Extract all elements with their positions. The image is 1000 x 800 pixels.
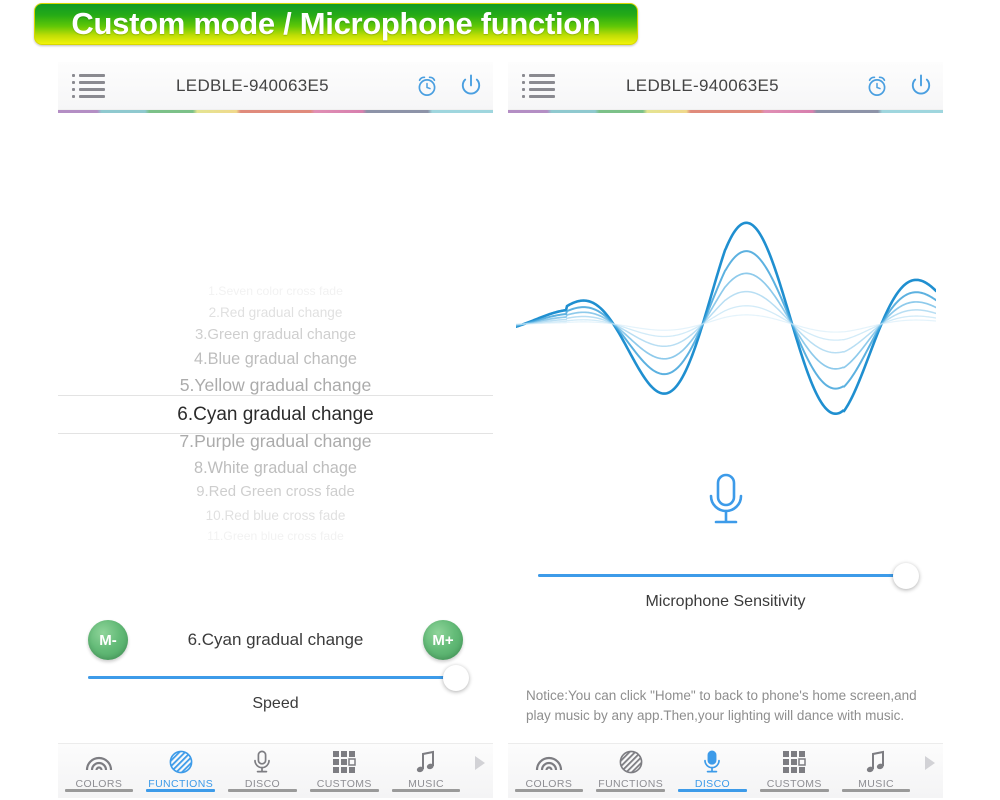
picker-item-selected[interactable]: 6.Cyan gradual change xyxy=(58,405,493,424)
alarm-clock-icon[interactable] xyxy=(405,73,449,99)
mic-sensitivity-label: Microphone Sensitivity xyxy=(645,593,806,610)
mode-plus-button[interactable]: M+ xyxy=(422,620,463,660)
tab-customs[interactable]: CUSTOMS xyxy=(303,744,385,798)
picker-item[interactable]: 10.Red blue cross fade xyxy=(58,509,493,523)
picker-item[interactable]: 2.Red gradual change xyxy=(58,305,493,320)
tab-underline xyxy=(228,789,297,792)
music-note-icon xyxy=(865,750,887,774)
rainbow-arc-icon xyxy=(84,750,114,774)
bottom-tab-bar-left[interactable]: COLORS FUNCTIONS DISCO CUSTOMS MUSIC xyxy=(58,743,493,798)
mic-sensitivity-fill xyxy=(538,574,906,577)
tab-underline xyxy=(678,789,747,792)
banner-title: Custom mode / Microphone function xyxy=(71,6,601,41)
picker-item[interactable]: 5.Yellow gradual change xyxy=(58,376,493,395)
picker-item[interactable]: 8.White gradual chage xyxy=(58,460,493,477)
tab-colors[interactable]: COLORS xyxy=(58,744,140,798)
picker-item[interactable]: 3.Green gradual change xyxy=(58,327,493,343)
chevron-right-icon[interactable] xyxy=(467,744,493,798)
tab-disco[interactable]: DISCO xyxy=(672,744,754,798)
app-header-left: LEDBLE-940063E5 xyxy=(58,62,493,110)
device-name-right: LEDBLE-940063E5 xyxy=(626,76,779,95)
bottom-tab-bar-right[interactable]: COLORS FUNCTIONS DISCO CUSTOMS MUSIC xyxy=(508,743,943,798)
picker-selection-divider xyxy=(58,433,493,434)
current-mode-label: 6.Cyan gradual change xyxy=(187,630,364,649)
page-banner: Custom mode / Microphone function xyxy=(34,3,638,45)
notice-text: Notice:You can click "Home" to back to p… xyxy=(526,688,917,723)
speed-slider-fill xyxy=(88,676,456,679)
speed-slider[interactable]: Speed xyxy=(88,664,469,713)
tab-underline xyxy=(596,789,666,792)
device-name-left: LEDBLE-940063E5 xyxy=(176,76,329,95)
speed-slider-knob[interactable] xyxy=(442,664,469,691)
tab-music[interactable]: MUSIC xyxy=(835,744,917,798)
power-icon[interactable] xyxy=(449,72,493,100)
picker-item[interactable]: 11.Green blue cross fade xyxy=(58,530,493,543)
grid-icon xyxy=(332,750,357,774)
picker-item[interactable]: 1.Seven color cross fade xyxy=(58,285,493,298)
tab-disco[interactable]: DISCO xyxy=(222,744,304,798)
tab-underline xyxy=(309,789,379,792)
chevron-right-icon[interactable] xyxy=(917,744,943,798)
rainbow-arc-icon xyxy=(534,750,564,774)
picker-item[interactable]: 9.Red Green cross fade xyxy=(58,484,493,500)
tab-functions[interactable]: FUNCTIONS xyxy=(140,744,222,798)
tab-music[interactable]: MUSIC xyxy=(385,744,467,798)
tab-underline xyxy=(146,789,216,792)
striped-circle-icon xyxy=(619,750,643,774)
striped-circle-icon xyxy=(169,750,193,774)
tab-underline xyxy=(514,789,584,792)
mic-sensitivity-knob[interactable] xyxy=(892,562,919,589)
grid-icon xyxy=(782,750,807,774)
app-header-right: LEDBLE-940063E5 xyxy=(508,62,943,110)
speed-label: Speed xyxy=(252,695,299,712)
rainbow-divider-left xyxy=(58,110,493,113)
speed-slider-track[interactable] xyxy=(88,664,469,691)
mic-sensitivity-slider[interactable]: Microphone Sensitivity xyxy=(538,562,919,611)
tab-colors[interactable]: COLORS xyxy=(508,744,590,798)
picker-item[interactable]: 7.Purple gradual change xyxy=(58,433,493,451)
music-note-icon xyxy=(415,750,437,774)
power-icon[interactable] xyxy=(899,72,943,100)
function-mode-picker[interactable]: 1.Seven color cross fade 2.Red gradual ch… xyxy=(58,214,493,594)
tab-underline xyxy=(64,789,134,792)
tab-customs[interactable]: CUSTOMS xyxy=(753,744,835,798)
microphone-icon[interactable] xyxy=(508,470,943,532)
rainbow-divider-right xyxy=(508,110,943,113)
tab-underline xyxy=(759,789,829,792)
phone-screen-disco: LEDBLE-940063E5 Microphone Sensitivity N… xyxy=(508,62,943,798)
mic-sensitivity-track[interactable] xyxy=(538,562,919,589)
phone-screen-functions: LEDBLE-940063E5 1.Seven color cross fade… xyxy=(58,62,493,798)
alarm-clock-icon[interactable] xyxy=(855,73,899,99)
tab-underline xyxy=(841,789,911,792)
microphone-icon xyxy=(702,750,722,774)
tab-functions[interactable]: FUNCTIONS xyxy=(590,744,672,798)
picker-selection-divider xyxy=(58,395,493,396)
tab-underline xyxy=(391,789,461,792)
mode-control-row: M- 6.Cyan gradual change M+ xyxy=(58,612,493,668)
microphone-icon xyxy=(252,750,272,774)
picker-item[interactable]: 4.Blue gradual change xyxy=(58,351,493,368)
audio-waveform-graphic xyxy=(514,212,938,432)
mode-minus-button[interactable]: M- xyxy=(88,620,128,660)
